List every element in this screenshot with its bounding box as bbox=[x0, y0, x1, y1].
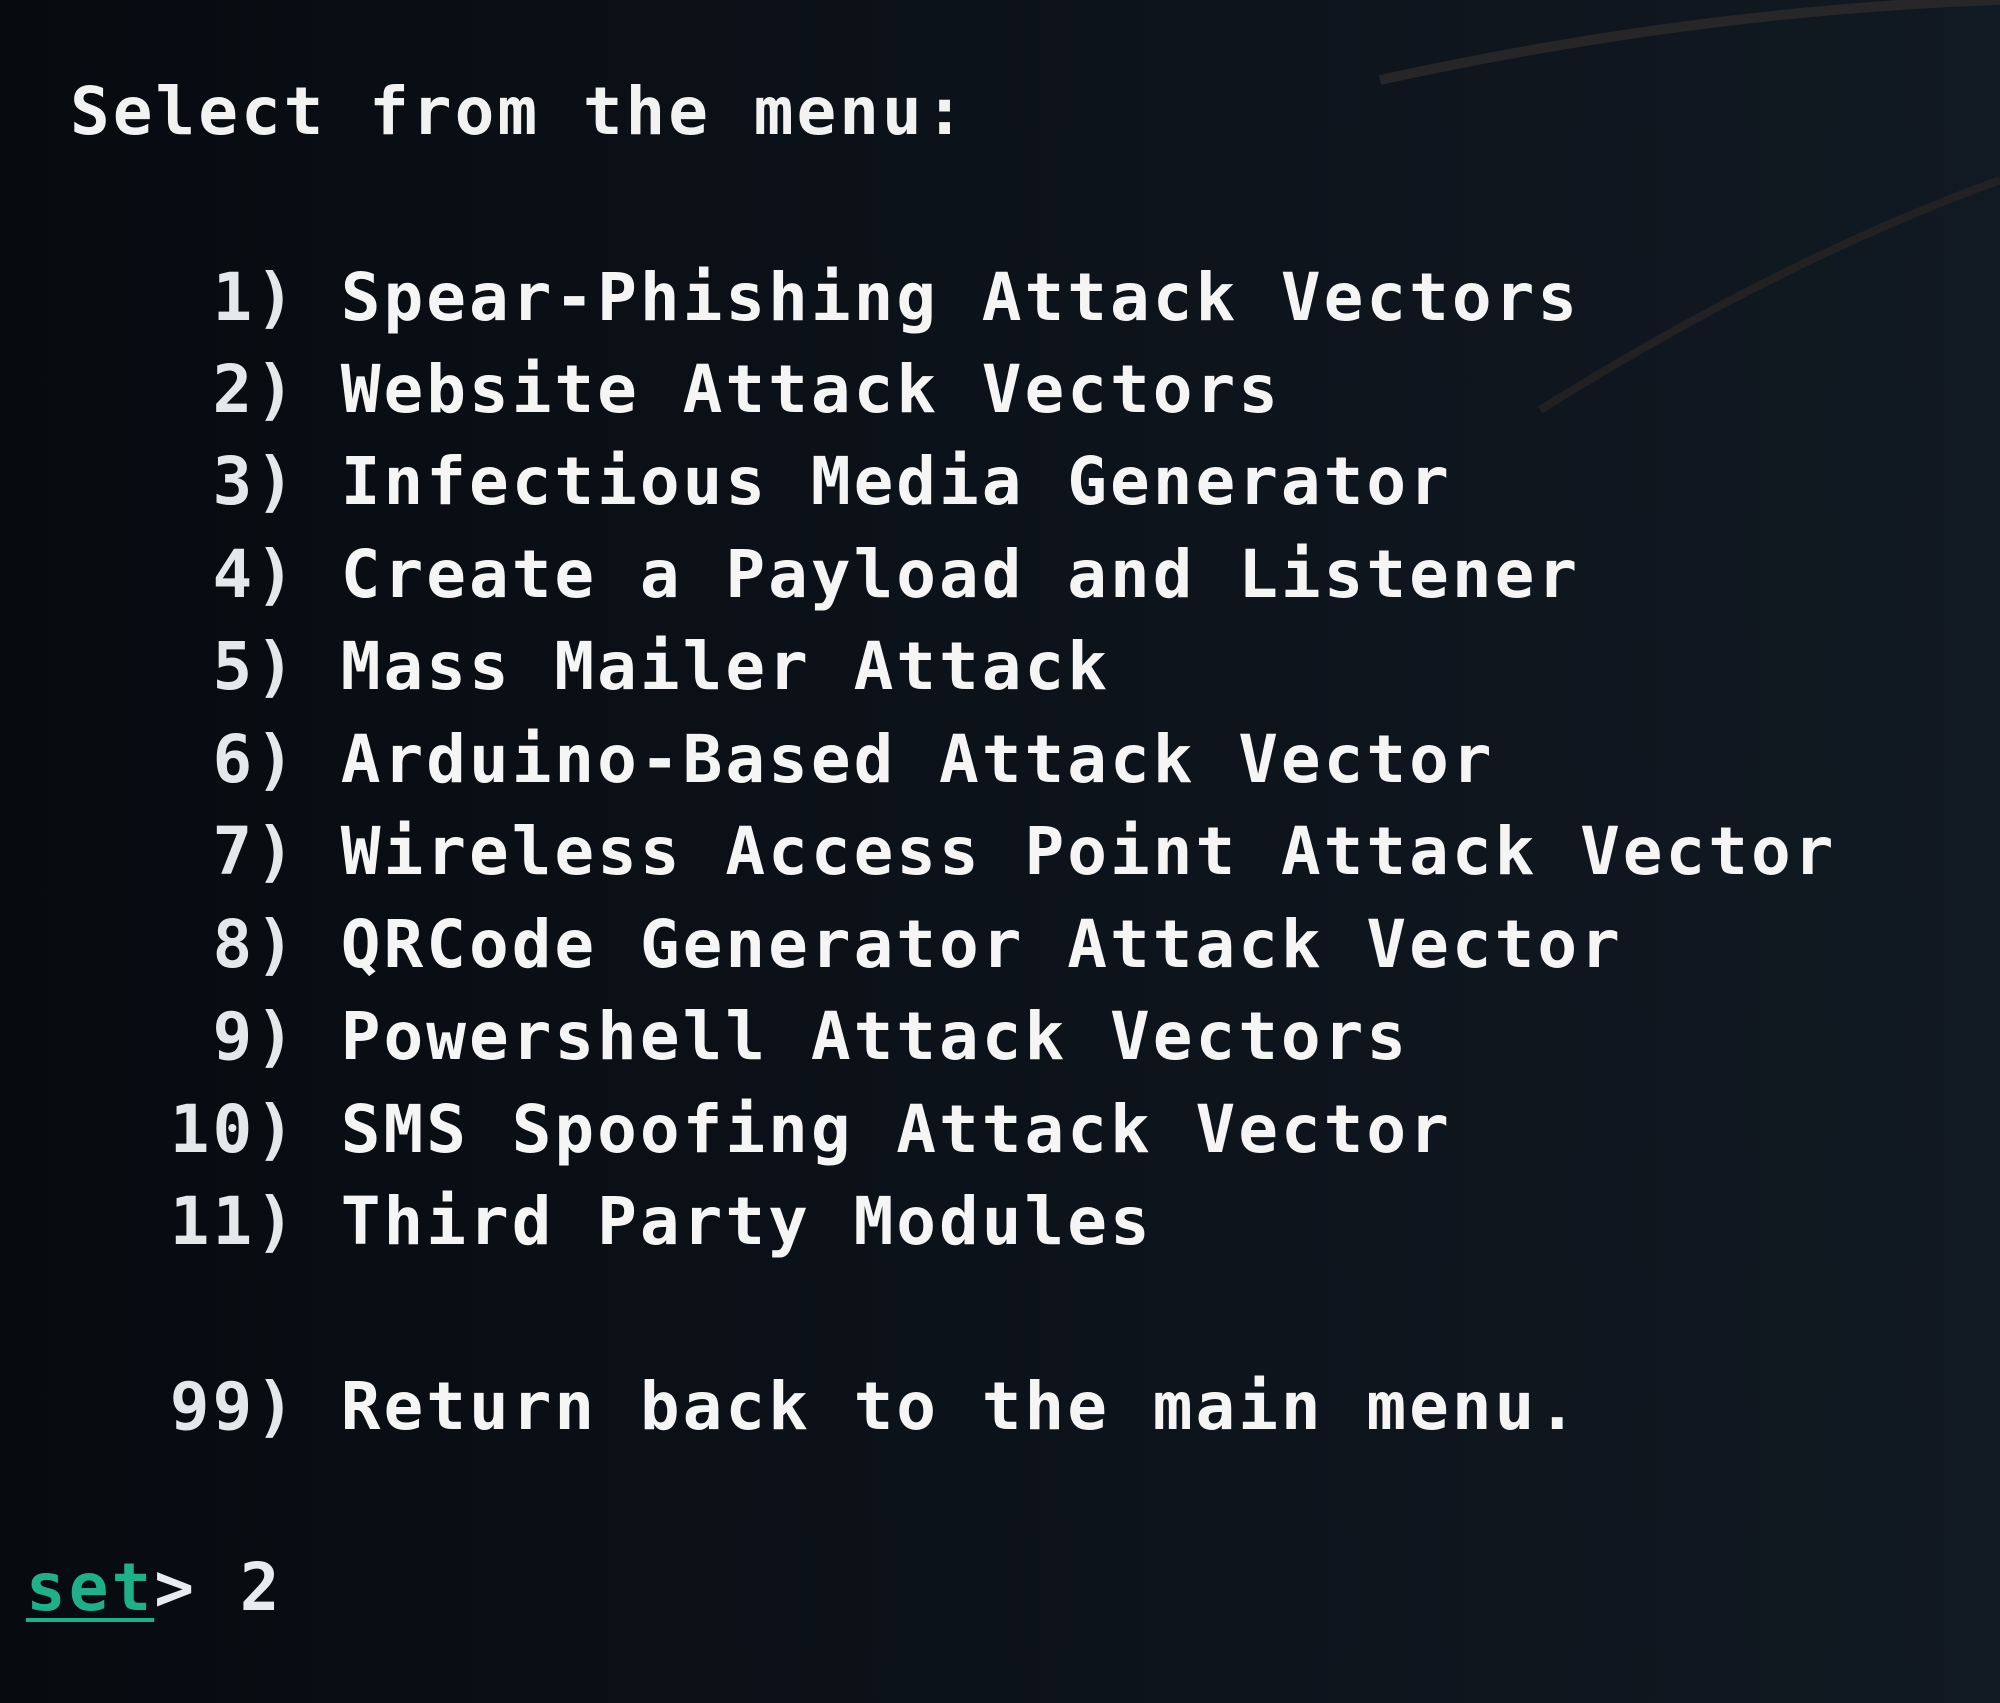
menu-item-label: Third Party Modules bbox=[340, 1183, 1153, 1260]
menu-item-return: 99) Return back to the main menu. bbox=[118, 1367, 1580, 1447]
menu-item-label: Spear-Phishing Attack Vectors bbox=[340, 259, 1581, 336]
menu-item-label: Create a Payload and Listener bbox=[340, 536, 1581, 613]
menu-item-number: 11) bbox=[169, 1183, 298, 1260]
menu-item-9: 9) Powershell Attack Vectors bbox=[118, 997, 1409, 1077]
menu-item-5: 5) Mass Mailer Attack bbox=[118, 627, 1110, 707]
menu-item-8: 8) QRCode Generator Attack Vector bbox=[118, 905, 1623, 985]
menu-item-number: 10) bbox=[169, 1091, 298, 1168]
menu-item-label: Infectious Media Generator bbox=[340, 443, 1452, 520]
prompt-name: set bbox=[26, 1549, 155, 1626]
menu-item-label: Mass Mailer Attack bbox=[340, 628, 1110, 705]
menu-item-label: Powershell Attack Vectors bbox=[340, 998, 1410, 1075]
prompt-symbol: > bbox=[154, 1549, 240, 1626]
menu-item-label: SMS Spoofing Attack Vector bbox=[340, 1091, 1452, 1168]
menu-item-10: 10) SMS Spoofing Attack Vector bbox=[118, 1090, 1452, 1170]
menu-item-number: 2) bbox=[212, 351, 298, 428]
menu-item-label: Wireless Access Point Attack Vector bbox=[340, 813, 1837, 890]
menu-item-2: 2) Website Attack Vectors bbox=[118, 350, 1281, 430]
terminal-window[interactable]: Select from the menu: 1) Spear-Phishing … bbox=[0, 0, 2000, 1703]
menu-item-number: 99) bbox=[169, 1368, 298, 1445]
menu-heading: Select from the menu: bbox=[70, 73, 968, 150]
menu-item-11: 11) Third Party Modules bbox=[118, 1182, 1153, 1262]
command-prompt[interactable]: set> 2 bbox=[26, 1548, 282, 1628]
menu-item-1: 1) Spear-Phishing Attack Vectors bbox=[118, 258, 1580, 338]
menu-item-4: 4) Create a Payload and Listener bbox=[118, 535, 1580, 615]
prompt-input-value[interactable]: 2 bbox=[240, 1549, 283, 1626]
menu-item-label: Arduino-Based Attack Vector bbox=[340, 721, 1495, 798]
menu-item-number: 5) bbox=[212, 628, 298, 705]
menu-item-number: 4) bbox=[212, 536, 298, 613]
menu-item-number: 6) bbox=[212, 721, 298, 798]
menu-item-number: 8) bbox=[212, 906, 298, 983]
menu-item-label: Website Attack Vectors bbox=[340, 351, 1281, 428]
menu-item-6: 6) Arduino-Based Attack Vector bbox=[118, 720, 1495, 800]
menu-item-number: 1) bbox=[212, 259, 298, 336]
menu-item-7: 7) Wireless Access Point Attack Vector bbox=[118, 812, 1837, 892]
menu-item-3: 3) Infectious Media Generator bbox=[118, 442, 1452, 522]
menu-item-number: 3) bbox=[212, 443, 298, 520]
menu-item-label: QRCode Generator Attack Vector bbox=[340, 906, 1623, 983]
menu-item-number: 7) bbox=[212, 813, 298, 890]
menu-item-number: 9) bbox=[212, 998, 298, 1075]
menu-item-label: Return back to the main menu. bbox=[340, 1368, 1581, 1445]
